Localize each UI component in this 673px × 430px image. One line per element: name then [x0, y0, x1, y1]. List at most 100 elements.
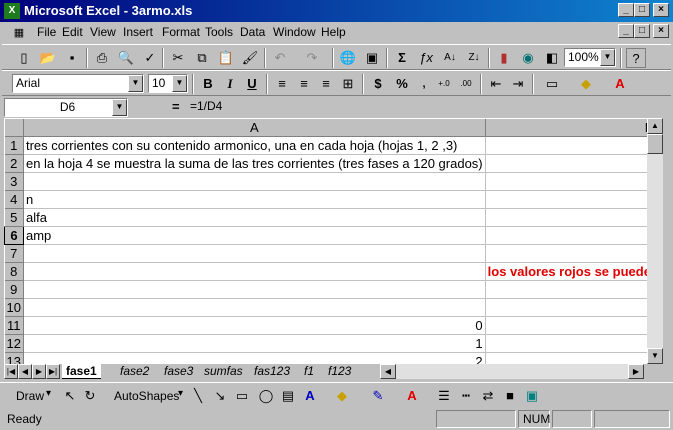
- cell-a9[interactable]: [23, 280, 486, 299]
- undo-icon[interactable]: ↶: [270, 48, 290, 68]
- sheet-tab-fase2[interactable]: fase2: [116, 364, 153, 379]
- dash-style-icon[interactable]: ┅: [456, 386, 476, 406]
- autosum-icon[interactable]: Σ: [392, 48, 412, 68]
- increase-indent-icon[interactable]: ⇥: [508, 74, 528, 94]
- scroll-up-button[interactable]: ▲: [647, 118, 663, 134]
- cell-b3[interactable]: [485, 172, 647, 191]
- draw-menu[interactable]: Draw: [16, 389, 44, 403]
- name-box[interactable]: D6 ▼: [4, 98, 128, 117]
- map-icon[interactable]: ◉: [518, 48, 538, 68]
- excel-icon[interactable]: X: [4, 3, 20, 19]
- cell-a4[interactable]: n: [23, 190, 486, 209]
- first-sheet-button[interactable]: |◀: [4, 364, 18, 379]
- print-icon[interactable]: ⎙: [92, 48, 112, 68]
- align-center-icon[interactable]: ≡: [294, 74, 314, 94]
- open-icon[interactable]: 📂: [38, 48, 58, 68]
- cell-a1[interactable]: tres corrientes con su contenido armonic…: [23, 136, 486, 155]
- cell-b2[interactable]: [485, 154, 647, 173]
- sheet-tab-f1[interactable]: f1: [300, 364, 318, 379]
- 3d-icon[interactable]: ▣: [522, 386, 542, 406]
- line-color-icon[interactable]: ✎: [368, 386, 388, 406]
- format-painter-icon[interactable]: 🖌: [240, 48, 260, 68]
- hyperlink-icon[interactable]: 🌐: [338, 48, 358, 68]
- chevron-down-icon[interactable]: ▼: [600, 49, 615, 66]
- print-preview-icon[interactable]: 🔍: [116, 48, 136, 68]
- column-header-a[interactable]: A: [23, 118, 486, 137]
- sheet-tab-fase3[interactable]: fase3: [160, 364, 197, 379]
- select-objects-icon[interactable]: ↖: [60, 386, 80, 406]
- new-icon[interactable]: ▯: [14, 48, 34, 68]
- cell-a2[interactable]: en la hoja 4 se muestra la suma de las t…: [23, 154, 486, 173]
- spelling-icon[interactable]: ✓: [140, 48, 160, 68]
- save-icon[interactable]: ▪: [62, 48, 82, 68]
- row-header[interactable]: 4: [4, 190, 24, 209]
- formula-input[interactable]: =1/D4: [186, 98, 671, 117]
- cell-a3[interactable]: [23, 172, 486, 191]
- cell-a6[interactable]: amp: [23, 226, 486, 245]
- cell-b12[interactable]: 0.017: [485, 334, 647, 353]
- chevron-down-icon[interactable]: ▼: [172, 75, 187, 92]
- row-header[interactable]: 12: [4, 334, 24, 353]
- redo-icon[interactable]: ↷: [302, 48, 322, 68]
- currency-icon[interactable]: $: [368, 74, 388, 94]
- maximize-button[interactable]: □: [634, 3, 650, 17]
- arrow-style-icon[interactable]: ⇄: [478, 386, 498, 406]
- font-select[interactable]: Arial ▼: [12, 74, 144, 93]
- select-all-corner[interactable]: [4, 118, 24, 137]
- line-style-icon[interactable]: ☰: [434, 386, 454, 406]
- cell-b7[interactable]: [485, 244, 647, 263]
- cell-a7[interactable]: [23, 244, 486, 263]
- textbox-icon[interactable]: ▤: [278, 386, 298, 406]
- cell-b1[interactable]: [485, 136, 647, 155]
- function-icon[interactable]: ƒx: [416, 48, 436, 68]
- font-color-icon[interactable]: A: [610, 74, 630, 94]
- decrease-indent-icon[interactable]: ⇤: [486, 74, 506, 94]
- row-header[interactable]: 5: [4, 208, 24, 227]
- fill-color-icon[interactable]: ◆: [576, 74, 596, 94]
- align-left-icon[interactable]: ≡: [272, 74, 292, 94]
- sort-descending-icon[interactable]: Z↓: [464, 48, 484, 68]
- vertical-scrollbar[interactable]: ▲ ▼: [647, 118, 663, 364]
- row-header[interactable]: 13: [4, 352, 24, 364]
- workbook-icon[interactable]: ▦: [10, 23, 28, 43]
- hscroll-right-button[interactable]: ▶: [628, 364, 644, 379]
- row-header[interactable]: 7: [4, 244, 24, 263]
- oval-icon[interactable]: ◯: [256, 386, 276, 406]
- increase-decimal-icon[interactable]: +.0: [434, 74, 454, 94]
- close-button[interactable]: ×: [653, 3, 669, 17]
- free-rotate-icon[interactable]: ↻: [80, 386, 100, 406]
- cell-b13[interactable]: 0.035: [485, 352, 647, 364]
- row-header[interactable]: 2: [4, 154, 24, 173]
- cell-b5[interactable]: 0: [485, 208, 647, 227]
- web-toolbar-icon[interactable]: ▣: [362, 48, 382, 68]
- row-header[interactable]: 11: [4, 316, 24, 335]
- italic-button[interactable]: I: [220, 74, 240, 94]
- scroll-down-button[interactable]: ▼: [647, 348, 663, 364]
- prev-sheet-button[interactable]: ◀: [18, 364, 32, 379]
- sheet-tab-sumfas[interactable]: sumfas: [200, 364, 247, 379]
- office-assistant-icon[interactable]: ?: [626, 48, 646, 68]
- autoshapes-menu[interactable]: AutoShapes: [114, 389, 179, 403]
- row-header[interactable]: 1: [4, 136, 24, 155]
- cell-a11[interactable]: 0: [23, 316, 486, 335]
- zoom-select[interactable]: 100% ▼: [564, 48, 616, 67]
- horizontal-scrollbar[interactable]: [396, 364, 644, 379]
- cut-icon[interactable]: ✂: [168, 48, 188, 68]
- comma-icon[interactable]: ,: [414, 74, 434, 94]
- cell-a12[interactable]: 1: [23, 334, 486, 353]
- decrease-decimal-icon[interactable]: .00: [456, 74, 476, 94]
- menu-format[interactable]: Format: [162, 25, 200, 39]
- row-header[interactable]: 9: [4, 280, 24, 299]
- minimize-button[interactable]: _: [618, 3, 634, 17]
- menu-tools[interactable]: Tools: [205, 25, 233, 39]
- line-icon[interactable]: ╲: [188, 386, 208, 406]
- chart-wizard-icon[interactable]: ▮: [494, 48, 514, 68]
- cell-a13[interactable]: 2: [23, 352, 486, 364]
- arrow-icon[interactable]: ↘: [210, 386, 230, 406]
- underline-button[interactable]: U: [242, 74, 262, 94]
- align-right-icon[interactable]: ≡: [316, 74, 336, 94]
- rectangle-icon[interactable]: ▭: [232, 386, 252, 406]
- chevron-down-icon[interactable]: ▼: [112, 99, 127, 116]
- draw-fill-color-icon[interactable]: ◆: [332, 386, 352, 406]
- autoshapes-chevron-icon[interactable]: ▾: [178, 388, 183, 399]
